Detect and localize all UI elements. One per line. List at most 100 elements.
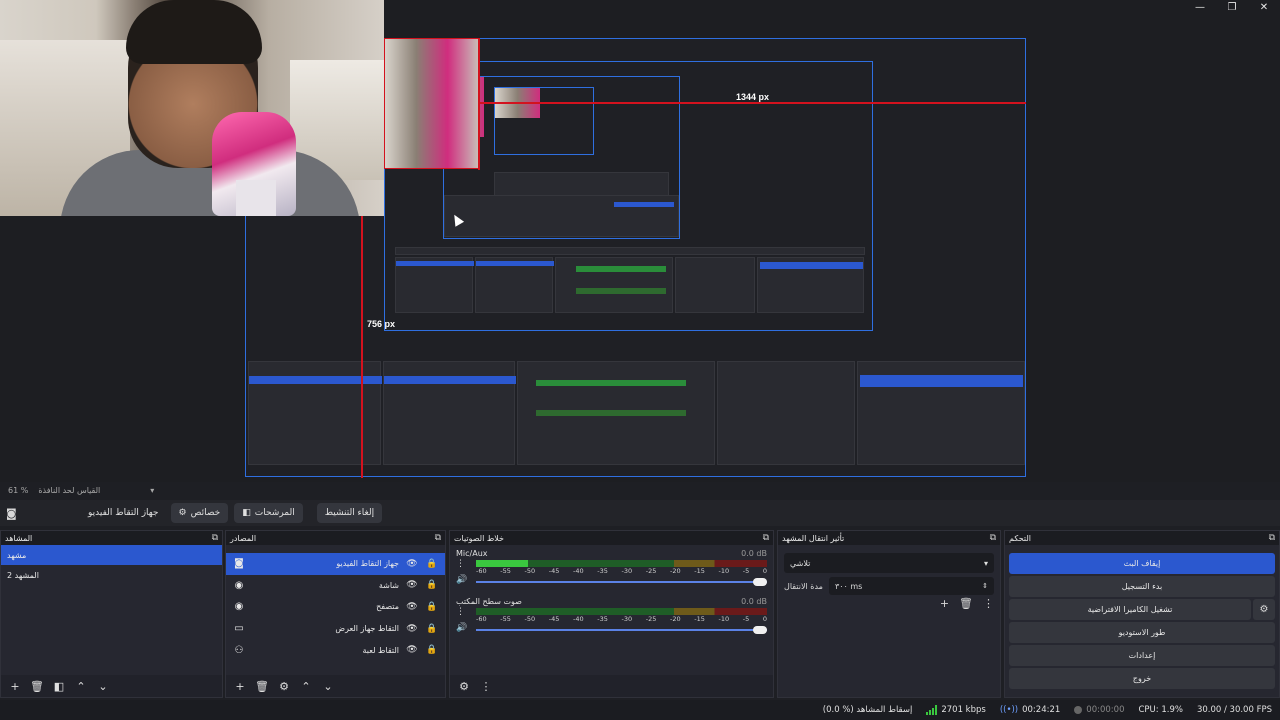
recording-timer: 00:00:00 [1074, 705, 1124, 715]
move-up-icon[interactable]: ⌃ [73, 680, 89, 693]
lock-icon[interactable]: 🔒 [425, 602, 439, 612]
broadcast-icon: ((•)) [999, 705, 1019, 715]
studio-mode-button[interactable]: طور الاستوديو [1009, 622, 1275, 643]
meter-tick-label: -5 [742, 615, 750, 623]
gear-icon[interactable]: ⚙ [1253, 599, 1275, 620]
camera-icon: ◙ [234, 558, 244, 570]
speaker-icon[interactable]: 🔊 [456, 623, 467, 633]
kebab-menu-icon[interactable]: ⋮ [983, 597, 994, 610]
sources-title: المصادر [230, 533, 257, 543]
source-item-3[interactable]: ◉ متصفح 👁 🔒 [226, 596, 445, 618]
window-controls: — ❐ ✕ [1184, 0, 1280, 14]
kebab-menu-icon[interactable]: ⋮ [478, 680, 494, 693]
undock-icon[interactable]: ⧉ [212, 533, 218, 543]
trash-icon[interactable]: 🗑 [29, 680, 45, 693]
start-virtual-camera-button[interactable]: تشغيل الكاميرا الافتراضية [1009, 599, 1251, 620]
meter-ticks: -60 -55 -50 -45 -40 -35 -30 -25 -20 -15 -10 -5 0 [476, 567, 767, 575]
settings-button[interactable]: إعدادات [1009, 645, 1275, 666]
duration-input[interactable]: ٣٠٠ ms ⇕ [828, 577, 994, 595]
volume-slider[interactable] [476, 625, 767, 635]
source-item-2[interactable]: ◉ شاشة 👁 🔒 [226, 575, 445, 597]
zoom-mode-select[interactable]: القياس لحد النافذة [38, 486, 100, 495]
move-up-icon[interactable]: ⌃ [298, 680, 314, 693]
lock-icon[interactable]: 🔒 [425, 559, 439, 569]
volume-meter [476, 560, 767, 567]
restore-icon[interactable]: ❐ [1216, 0, 1248, 14]
mixer-title: خلاط الصوتيات [454, 533, 504, 543]
add-icon[interactable]: + [7, 680, 23, 693]
move-down-icon[interactable]: ⌄ [95, 680, 111, 693]
meter-tick-label: -35 [597, 615, 608, 623]
eye-icon[interactable]: 👁 [405, 602, 419, 612]
scene-item-2[interactable]: المشهد 2 [1, 565, 222, 585]
fps-indicator: 30.00 / 30.00 FPS [1196, 705, 1272, 715]
meter-tick-label: -55 [500, 567, 511, 575]
advanced-audio-gear-icon[interactable]: ⚙ [456, 680, 472, 693]
meter-tick-label: -5 [742, 567, 750, 575]
slider-handle[interactable] [753, 626, 767, 634]
sources-footer: + 🗑 ⚙ ⌃ ⌄ [226, 675, 445, 697]
cpu-usage: CPU: 1.9% [1138, 705, 1183, 715]
volume-slider[interactable] [476, 577, 767, 587]
start-recording-button[interactable]: بدء التسجيل [1009, 576, 1275, 597]
meter-tick-label: -50 [524, 615, 536, 623]
eye-icon[interactable]: 👁 [405, 624, 419, 634]
meter-tick-label: -20 [670, 567, 681, 575]
filters-button[interactable]: ◧ المرشحات [234, 503, 303, 523]
gear-icon: ⚙ [178, 508, 187, 518]
speaker-icon[interactable]: 🔊 [456, 575, 467, 585]
track-name: صوت سطح المكتب [456, 597, 522, 606]
source-item-1[interactable]: ◙ جهاز التقاط الفيديو 👁 🔒 [226, 553, 445, 575]
lock-icon[interactable]: 🔒 [425, 624, 439, 634]
add-icon[interactable]: + [232, 680, 248, 693]
filter-icon[interactable]: ◧ [51, 680, 67, 693]
meter-tick-label: -30 [621, 615, 633, 623]
transition-duration-row: مدة الانتقال ٣٠٠ ms ⇕ [784, 577, 994, 595]
meter-tick-label: -45 [548, 567, 560, 575]
track-name: Mic/Aux [456, 549, 488, 558]
minimize-icon[interactable]: — [1184, 0, 1216, 14]
stop-streaming-button[interactable]: إيقاف البث [1009, 553, 1275, 574]
source-item-5[interactable]: ⚇ التقاط لعبة 👁 🔒 [226, 639, 445, 661]
undock-icon[interactable]: ⧉ [435, 533, 441, 543]
zoom-row: 61 % القياس لحد النافذة ▾ [0, 482, 1280, 498]
meter-tick-label: -15 [694, 567, 705, 575]
eye-icon[interactable]: 👁 [405, 559, 419, 569]
eye-icon[interactable]: 👁 [405, 645, 419, 655]
preview-area[interactable]: 1344 px 756 px — ❐ ✕ [0, 0, 1280, 482]
webcam-feed[interactable] [0, 0, 384, 216]
lock-icon[interactable]: 🔒 [425, 645, 439, 655]
trash-icon[interactable]: 🗑 [254, 680, 270, 693]
properties-button[interactable]: ⚙ خصائص [170, 503, 229, 523]
undock-icon[interactable]: ⧉ [990, 533, 996, 543]
close-icon[interactable]: ✕ [1248, 0, 1280, 14]
scene-item-1[interactable]: مشهد [1, 545, 222, 565]
live-timer: ((•)) 00:24:21 [999, 705, 1061, 715]
meter-tick-label: -55 [500, 615, 511, 623]
slider-handle[interactable] [753, 578, 767, 586]
browser-icon: ◉ [234, 601, 244, 613]
track-db: 0.0 dB [741, 597, 767, 606]
undock-icon[interactable]: ⧉ [1269, 533, 1275, 543]
kebab-menu-icon[interactable]: ⋮ [456, 559, 467, 569]
exit-button[interactable]: خروج [1009, 668, 1275, 689]
gear-icon[interactable]: ⚙ [276, 680, 292, 693]
add-icon[interactable]: + [940, 597, 949, 610]
kebab-menu-icon[interactable]: ⋮ [456, 607, 467, 617]
source-toolbar: ◙ جهاز التقاط الفيديو ⚙ خصائص ◧ المرشحات إ… [0, 500, 1280, 526]
transitions-dock: تأثير انتقال المشهد ⧉ تلاشي ▾ مدة الانتقا… [777, 530, 1001, 698]
chevron-down-icon[interactable]: ▾ [150, 486, 154, 495]
undock-icon[interactable]: ⧉ [763, 533, 769, 543]
source-item-4[interactable]: ▭ التقاط جهاز العرض 👁 🔒 [226, 618, 445, 640]
spinner-icon[interactable]: ⇕ [982, 582, 988, 590]
move-down-icon[interactable]: ⌄ [320, 680, 336, 693]
lock-icon[interactable]: 🔒 [425, 580, 439, 590]
selected-source-bounds[interactable] [384, 38, 480, 169]
gamepad-icon: ⚇ [234, 644, 244, 656]
eye-icon[interactable]: 👁 [405, 580, 419, 590]
trash-icon[interactable]: 🗑 [959, 597, 973, 610]
transition-select[interactable]: تلاشي ▾ [784, 553, 994, 573]
mixer-track-desktop: صوت سطح المكتب 0.0 dB -60 -55 -50 -45 -40 -35-… [450, 593, 773, 641]
meter-tick-label: -40 [573, 615, 584, 623]
deactivate-button[interactable]: إلغاء التنشيط [316, 503, 383, 523]
